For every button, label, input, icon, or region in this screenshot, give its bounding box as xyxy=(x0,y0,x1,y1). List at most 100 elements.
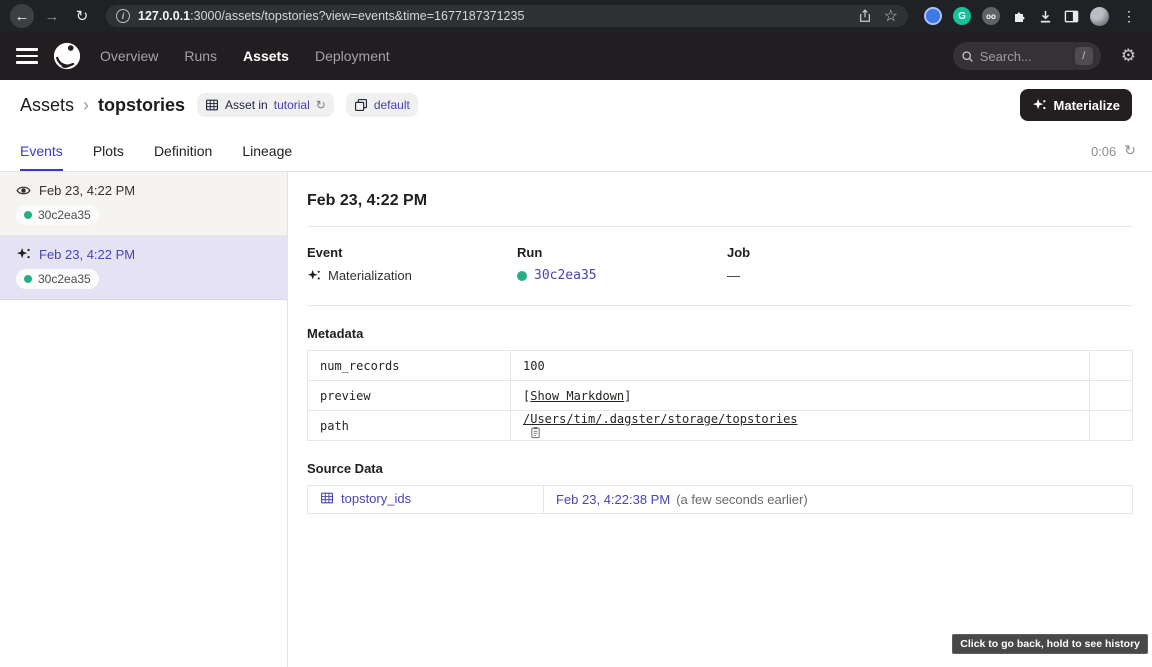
extension-clock-icon[interactable] xyxy=(924,7,942,25)
downloads-icon[interactable] xyxy=(1038,9,1053,24)
hamburger-menu-icon[interactable] xyxy=(16,48,38,64)
repo-tag[interactable]: default xyxy=(346,93,418,117)
nav-item-runs[interactable]: Runs xyxy=(184,48,217,64)
browser-reload-button[interactable]: ↻ xyxy=(70,4,94,28)
source-data-row: topstory_ids Feb 23, 4:22:38 PM (a few se… xyxy=(308,486,1133,514)
source-time-note: (a few seconds earlier) xyxy=(676,492,808,507)
metadata-table: num_records 100 preview [Show Markdown] … xyxy=(307,350,1133,441)
job-label: Job xyxy=(727,245,937,260)
url-path: :3000/assets/topstories?view=events&time… xyxy=(190,9,524,23)
source-time-link[interactable]: Feb 23, 4:22:38 PM xyxy=(556,492,670,507)
metadata-section-title: Metadata xyxy=(307,326,1133,341)
run-status-dot xyxy=(517,271,527,281)
materialization-sparkle-icon xyxy=(16,247,31,262)
event-detail-pane: Feb 23, 4:22 PM Event Materialization Ru… xyxy=(288,172,1152,667)
event-time: Feb 23, 4:22 PM xyxy=(39,247,135,262)
materialize-label: Materialize xyxy=(1054,98,1120,113)
metadata-row-path: path /Users/tim/.dagster/storage/topstor… xyxy=(308,411,1133,441)
tab-definition[interactable]: Definition xyxy=(154,143,212,171)
search-icon xyxy=(961,50,974,63)
path-link[interactable]: /Users/tim/.dagster/storage/topstories xyxy=(523,412,798,426)
browser-chrome: ← → ↻ i 127.0.0.1:3000/assets/topstories… xyxy=(0,0,1152,32)
address-bar[interactable]: i 127.0.0.1:3000/assets/topstories?view=… xyxy=(106,5,908,27)
metadata-value: [Show Markdown] xyxy=(511,381,1090,411)
observation-eye-icon xyxy=(16,183,31,198)
app-navbar: Overview Runs Assets Deployment Search..… xyxy=(0,32,1152,80)
run-id-link[interactable]: 30c2ea35 xyxy=(534,268,597,283)
browser-profile-avatar[interactable] xyxy=(1090,7,1109,26)
event-type-value: Materialization xyxy=(328,268,412,283)
metadata-key: preview xyxy=(308,381,511,411)
materialization-sparkle-icon xyxy=(307,269,321,283)
search-placeholder: Search... xyxy=(980,49,1032,64)
asset-tabs: Events Plots Definition Lineage 0:06 ↻ xyxy=(0,130,1152,172)
browser-menu-icon[interactable]: ⋮ xyxy=(1120,8,1138,25)
settings-gear-icon[interactable]: ⚙ xyxy=(1121,46,1136,66)
job-value: — xyxy=(727,268,740,283)
asset-tag-prefix: Asset in xyxy=(225,98,268,112)
metadata-actions-cell xyxy=(1090,381,1133,411)
source-data-table: topstory_ids Feb 23, 4:22:38 PM (a few se… xyxy=(307,485,1133,514)
materialization-sparkle-icon xyxy=(1032,98,1047,113)
table-grid-icon xyxy=(205,98,219,112)
url-text: 127.0.0.1:3000/assets/topstories?view=ev… xyxy=(138,9,524,23)
event-info-grid: Event Materialization Run 30c2ea35 Job xyxy=(307,227,1133,305)
layers-icon xyxy=(354,98,368,112)
metadata-actions-cell xyxy=(1090,411,1133,441)
tab-plots[interactable]: Plots xyxy=(93,143,124,171)
metadata-actions-cell xyxy=(1090,351,1133,381)
search-shortcut-badge: / xyxy=(1075,47,1093,65)
primary-nav: Overview Runs Assets Deployment xyxy=(100,48,390,64)
side-panel-icon[interactable] xyxy=(1064,9,1079,24)
materialize-button[interactable]: Materialize xyxy=(1020,89,1132,121)
site-info-icon[interactable]: i xyxy=(116,9,130,23)
repo-tag-label: default xyxy=(374,98,410,112)
event-list-sidebar: Feb 23, 4:22 PM 30c2ea35 Feb 23, 4:22 PM… xyxy=(0,172,288,667)
refresh-icon[interactable]: ↻ xyxy=(1124,143,1136,159)
browser-back-button[interactable]: ← xyxy=(10,4,34,28)
table-grid-icon xyxy=(320,491,334,505)
run-id-pill[interactable]: 30c2ea35 xyxy=(16,205,99,225)
nav-item-deployment[interactable]: Deployment xyxy=(315,48,390,64)
content-area: Feb 23, 4:22 PM 30c2ea35 Feb 23, 4:22 PM… xyxy=(0,172,1152,667)
breadcrumb-asset-name: topstories xyxy=(98,95,185,116)
url-host: 127.0.0.1 xyxy=(138,9,190,23)
share-icon[interactable] xyxy=(858,9,872,23)
dagster-logo-icon[interactable] xyxy=(52,41,82,71)
source-data-section-title: Source Data xyxy=(307,461,1133,476)
extensions-puzzle-icon[interactable] xyxy=(1011,8,1027,24)
search-input[interactable]: Search... / xyxy=(953,42,1101,70)
nav-item-assets[interactable]: Assets xyxy=(243,48,289,64)
metadata-row-num-records: num_records 100 xyxy=(308,351,1133,381)
run-status-dot xyxy=(24,211,32,219)
event-list-item-materialization[interactable]: Feb 23, 4:22 PM 30c2ea35 xyxy=(0,236,287,300)
extension-goggles-icon[interactable]: oo xyxy=(982,7,1000,25)
run-id: 30c2ea35 xyxy=(38,208,91,222)
run-status-dot xyxy=(24,275,32,283)
nav-item-overview[interactable]: Overview xyxy=(100,48,158,64)
tab-events[interactable]: Events xyxy=(20,143,63,171)
bookmark-star-icon[interactable]: ☆ xyxy=(884,6,898,26)
breadcrumb-assets[interactable]: Assets xyxy=(20,95,74,116)
metadata-key: num_records xyxy=(308,351,511,381)
tab-lineage[interactable]: Lineage xyxy=(242,143,292,171)
extension-grammarly-icon[interactable]: G xyxy=(953,7,971,25)
show-markdown-link[interactable]: Show Markdown xyxy=(530,389,624,403)
extensions-row: G oo ⋮ xyxy=(920,7,1142,26)
source-asset-link[interactable]: topstory_ids xyxy=(320,491,411,506)
source-asset-name: topstory_ids xyxy=(341,491,411,506)
metadata-row-preview: preview [Show Markdown] xyxy=(308,381,1133,411)
bracket: ] xyxy=(624,389,631,403)
reload-definitions-icon[interactable]: ↻ xyxy=(316,98,326,112)
asset-tag-link[interactable]: tutorial xyxy=(274,98,310,112)
browser-back-tooltip: Click to go back, hold to see history xyxy=(952,634,1148,654)
event-time: Feb 23, 4:22 PM xyxy=(39,183,135,198)
run-id-pill[interactable]: 30c2ea35 xyxy=(16,269,99,289)
asset-group-tag[interactable]: Asset in tutorial ↻ xyxy=(197,93,334,117)
event-list-item-observation[interactable]: Feb 23, 4:22 PM 30c2ea35 xyxy=(0,172,287,236)
metadata-value: 100 xyxy=(511,351,1090,381)
copy-clipboard-icon[interactable] xyxy=(529,426,542,439)
refresh-countdown: 0:06 xyxy=(1091,144,1116,159)
browser-forward-button[interactable]: → xyxy=(40,4,64,28)
breadcrumb-chevron-icon: › xyxy=(83,95,89,116)
